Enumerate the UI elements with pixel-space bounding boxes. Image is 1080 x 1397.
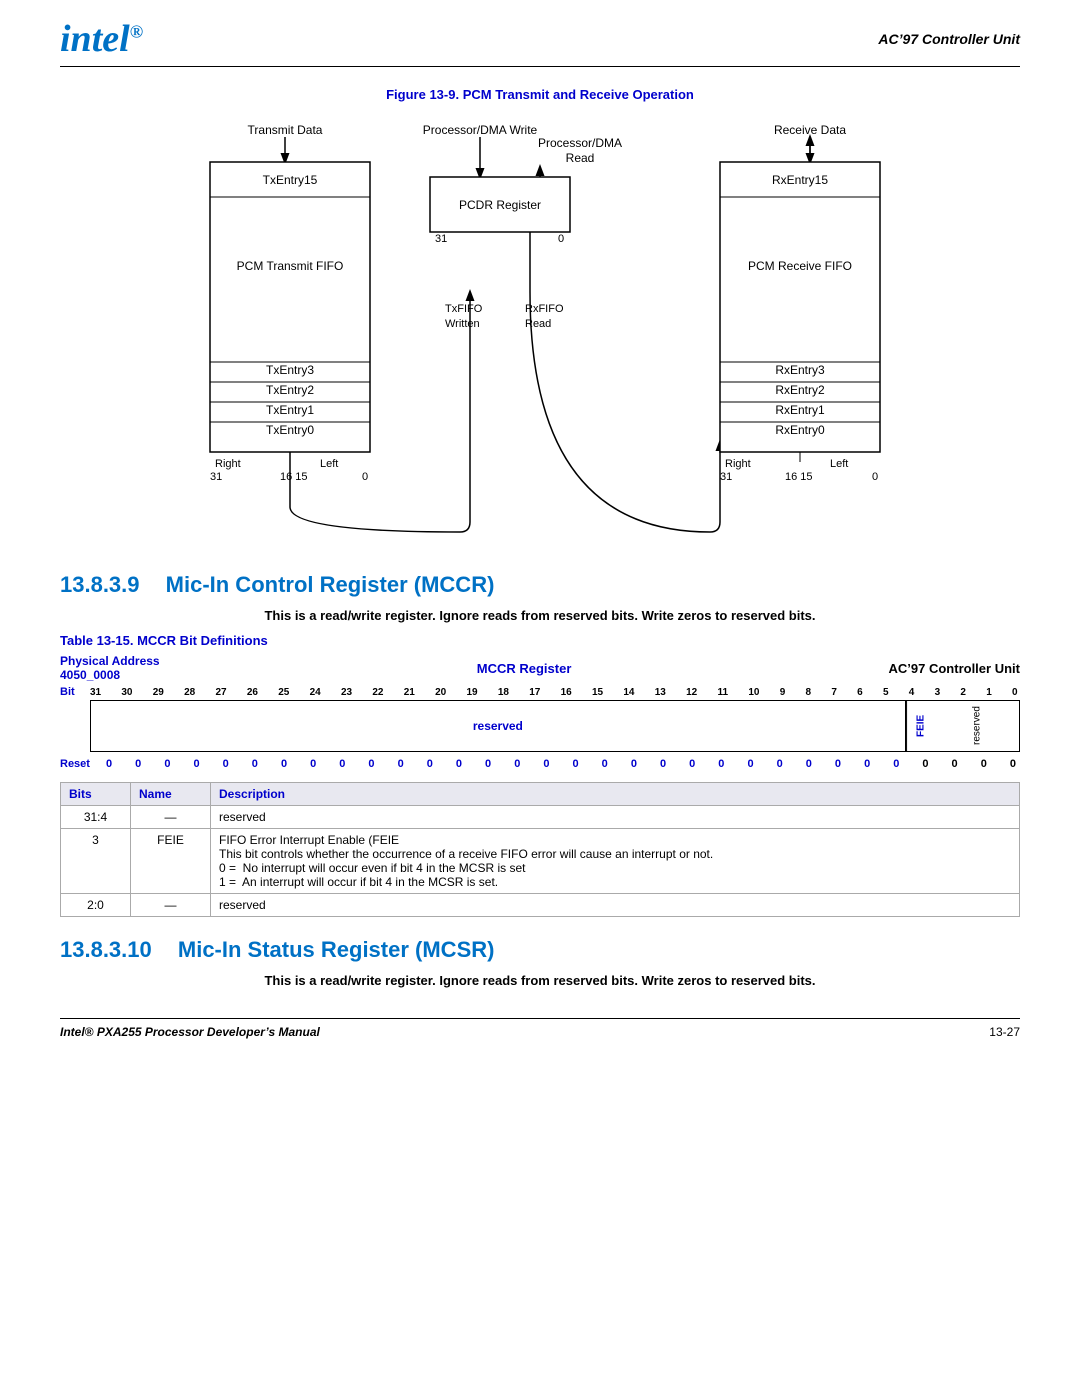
bit-label: Bit xyxy=(60,686,88,698)
bold-para-1: This is a read/write register. Ignore re… xyxy=(60,608,1020,623)
reg-feie: FEIE xyxy=(906,701,935,751)
bits-cell: 31:4 xyxy=(61,806,131,829)
svg-text:0: 0 xyxy=(558,233,564,245)
table-row: 3 FEIE FIFO Error Interrupt Enable (FEIE… xyxy=(61,829,1020,894)
figure-title: Figure 13-9. PCM Transmit and Receive Op… xyxy=(60,87,1020,102)
section-1-heading: 13.8.3.9 Mic-In Control Register (MCCR) xyxy=(60,572,1020,598)
svg-text:TxFIFO: TxFIFO xyxy=(445,303,483,315)
svg-text:31: 31 xyxy=(720,471,732,483)
intel-logo: intel® xyxy=(60,20,143,58)
bits-cell: 3 xyxy=(61,829,131,894)
svg-text:RxEntry1: RxEntry1 xyxy=(775,403,825,417)
section-2-heading: 13.8.3.10 Mic-In Status Register (MCSR) xyxy=(60,937,1020,963)
svg-text:Processor/DMA: Processor/DMA xyxy=(538,136,622,150)
reg-reserved-wide: reserved xyxy=(91,701,906,751)
svg-text:16 15: 16 15 xyxy=(785,471,813,483)
bold-para-2: This is a read/write register. Ignore re… xyxy=(60,973,1020,988)
svg-text:31: 31 xyxy=(210,471,222,483)
svg-text:TxEntry3: TxEntry3 xyxy=(266,363,314,377)
desc-cell: reserved xyxy=(211,806,1020,829)
desc-cell: FIFO Error Interrupt Enable (FEIE This b… xyxy=(211,829,1020,894)
bit-number-row: Bit 3130292827262524 2322212019181716 15… xyxy=(60,686,1020,698)
col-bits: Bits xyxy=(61,783,131,806)
svg-text:0: 0 xyxy=(362,471,368,483)
footer-left: Intel® PXA255 Processor Developer’s Manu… xyxy=(60,1025,320,1039)
reset-label: Reset xyxy=(60,758,102,770)
bit-numbers: 3130292827262524 2322212019181716 151413… xyxy=(88,687,1020,698)
reset-bits: 0000 0000 0000 0000 0000 0000 0000 0000 xyxy=(102,756,1020,772)
table-title: Table 13-15. MCCR Bit Definitions xyxy=(60,633,1020,648)
svg-text:PCM Receive FIFO: PCM Receive FIFO xyxy=(748,259,852,273)
bits-cell: 2:0 xyxy=(61,894,131,917)
col-name: Name xyxy=(131,783,211,806)
section-2-number: 13.8.3.10 xyxy=(60,937,152,962)
svg-text:0: 0 xyxy=(872,471,878,483)
page-header: intel® AC’97 Controller Unit xyxy=(60,20,1020,67)
section-1-number: 13.8.3.9 xyxy=(60,572,140,597)
register-visual: reserved FEIE reserved xyxy=(90,700,1020,752)
svg-text:RxEntry2: RxEntry2 xyxy=(775,383,825,397)
reg-header-row: Physical Address 4050_0008 MCCR Register… xyxy=(60,654,1020,682)
reg-header-right: AC’97 Controller Unit xyxy=(889,661,1020,676)
svg-text:Read: Read xyxy=(525,318,551,330)
svg-text:PCDR Register: PCDR Register xyxy=(459,198,541,212)
svg-text:TxEntry0: TxEntry0 xyxy=(266,423,314,437)
svg-text:Processor/DMA Write: Processor/DMA Write xyxy=(423,123,538,137)
reg-reserved-small: reserved xyxy=(935,701,1019,751)
pcm-diagram: Transmit Data Processor/DMA Write Proces… xyxy=(60,112,1020,542)
svg-text:RxEntry15: RxEntry15 xyxy=(772,173,828,187)
svg-text:Transmit Data: Transmit Data xyxy=(248,123,323,137)
svg-text:Right: Right xyxy=(725,458,751,470)
desc-cell: reserved xyxy=(211,894,1020,917)
col-desc: Description xyxy=(211,783,1020,806)
reg-header-left: Physical Address 4050_0008 xyxy=(60,654,160,682)
svg-text:31: 31 xyxy=(435,233,447,245)
svg-text:Left: Left xyxy=(320,458,338,470)
name-cell: — xyxy=(131,806,211,829)
header-title: AC’97 Controller Unit xyxy=(878,31,1020,47)
section-2-title: Mic-In Status Register (MCSR) xyxy=(178,937,495,962)
svg-text:TxEntry2: TxEntry2 xyxy=(266,383,314,397)
svg-text:RxEntry3: RxEntry3 xyxy=(775,363,825,377)
svg-text:TxEntry15: TxEntry15 xyxy=(263,173,318,187)
physical-address-value: 4050_0008 xyxy=(60,668,160,682)
svg-text:TxEntry1: TxEntry1 xyxy=(266,403,314,417)
page-footer: Intel® PXA255 Processor Developer’s Manu… xyxy=(60,1018,1020,1039)
svg-text:PCM Transmit FIFO: PCM Transmit FIFO xyxy=(237,259,344,273)
footer-right: 13-27 xyxy=(989,1025,1020,1039)
svg-text:Read: Read xyxy=(566,151,595,165)
reg-header-center: MCCR Register xyxy=(477,661,572,676)
name-cell: — xyxy=(131,894,211,917)
svg-text:16 15: 16 15 xyxy=(280,471,308,483)
svg-text:Left: Left xyxy=(830,458,848,470)
description-table: Bits Name Description 31:4 — reserved 3 … xyxy=(60,782,1020,917)
name-cell: FEIE xyxy=(131,829,211,894)
svg-text:Receive Data: Receive Data xyxy=(774,123,846,137)
table-row: 31:4 — reserved xyxy=(61,806,1020,829)
svg-text:RxEntry0: RxEntry0 xyxy=(775,423,825,437)
svg-text:Right: Right xyxy=(215,458,241,470)
svg-text:Written: Written xyxy=(445,318,480,330)
physical-address-label: Physical Address xyxy=(60,654,160,668)
section-1-title: Mic-In Control Register (MCCR) xyxy=(166,572,495,597)
table-row: 2:0 — reserved xyxy=(61,894,1020,917)
reset-row: Reset 0000 0000 0000 0000 0000 0000 0000… xyxy=(60,756,1020,772)
